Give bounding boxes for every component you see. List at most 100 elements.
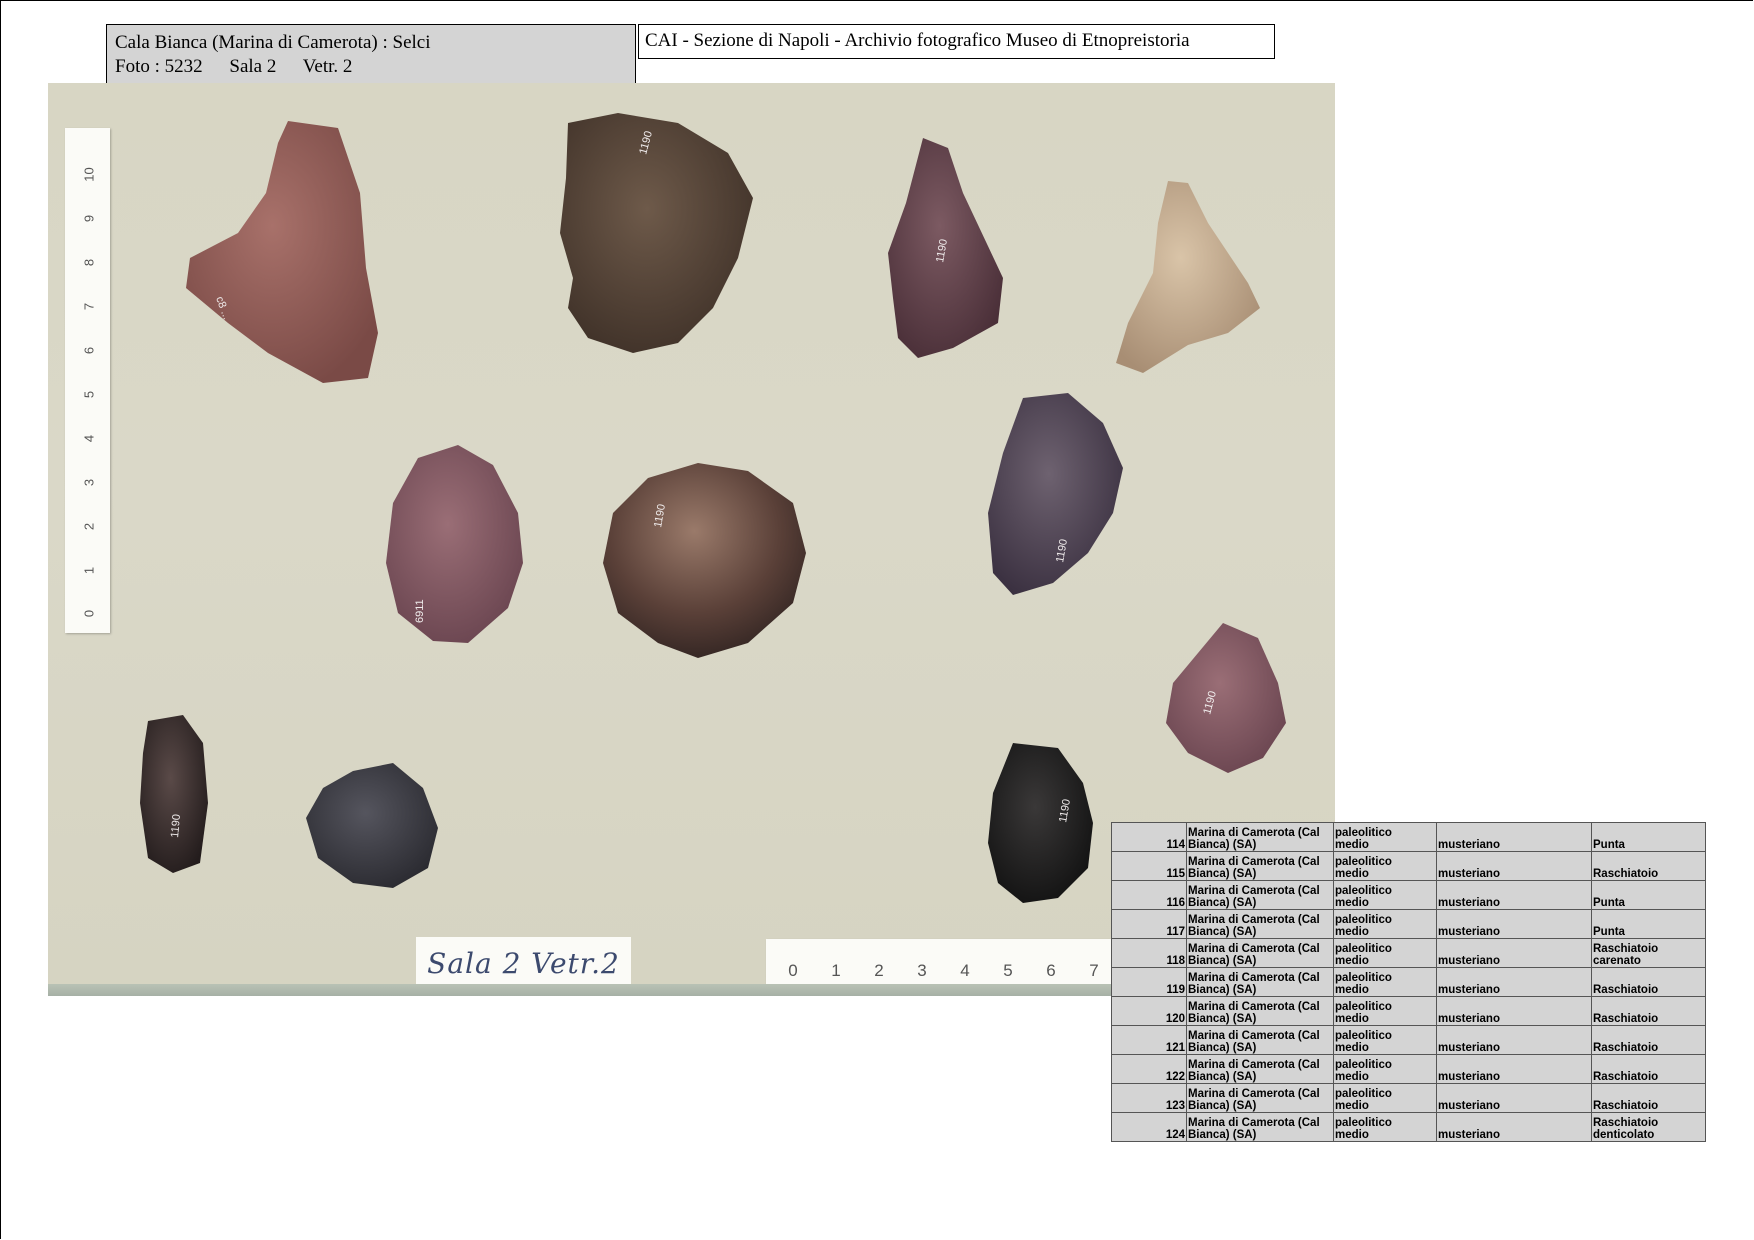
cell-text-loc1: Marina di Camerota (Cal: [1188, 972, 1320, 984]
cell-locality: Marina di Camerota (Cal Bianca) (SA): [1186, 1112, 1334, 1142]
cell-period: paleolitico medio: [1333, 909, 1437, 939]
cell-culture: musteriano: [1436, 967, 1592, 997]
cell-period: paleolitico medio: [1333, 1083, 1437, 1113]
cell-text-loc1: Marina di Camerota (Cal: [1188, 1030, 1320, 1042]
caption-photo-number: Foto : 5232: [115, 56, 203, 77]
cell-text-per1: paleolitico: [1335, 1117, 1392, 1129]
cell-text-num: 121: [1165, 1042, 1185, 1054]
cell-text-loc2: Bianca) (SA): [1188, 897, 1257, 909]
cell-text-loc2: Bianca) (SA): [1188, 1071, 1257, 1083]
cell-locality: Marina di Camerota (Cal Bianca) (SA): [1186, 880, 1334, 910]
flint-artifact: [186, 121, 378, 383]
cell-text-per1: paleolitico: [1335, 972, 1392, 984]
cell-text-type2: Punta: [1593, 897, 1625, 909]
table-row: 120 Marina di Camerota (Cal Bianca) (SA) …: [1111, 996, 1706, 1026]
cell-locality: Marina di Camerota (Cal Bianca) (SA): [1186, 1025, 1334, 1055]
cell-tool-type: Raschiatoio: [1591, 1025, 1706, 1055]
cell-culture: musteriano: [1436, 996, 1592, 1026]
cell-text-loc2: Bianca) (SA): [1188, 984, 1257, 996]
cell-text-type2: Raschiatoio: [1593, 1042, 1659, 1054]
cell-text-num: 116: [1166, 897, 1185, 909]
caption-sala: Sala 2: [229, 56, 277, 77]
cell-text-culture: musteriano: [1438, 1129, 1500, 1141]
caption-title: Cala Bianca (Marina di Camerota) : Selci: [115, 32, 431, 53]
archive-credit: CAI - Sezione di Napoli - Archivio fotog…: [638, 24, 1275, 59]
ruler-mark: 1: [831, 961, 841, 980]
cell-tool-type: Punta: [1591, 880, 1706, 910]
cell-text-num: 117: [1166, 926, 1185, 938]
cell-text-type1: Raschiatoio: [1593, 943, 1659, 955]
cell-text-loc1: Marina di Camerota (Cal: [1188, 856, 1320, 868]
cell-text-num: 123: [1165, 1100, 1185, 1112]
cell-locality: Marina di Camerota (Cal Bianca) (SA): [1186, 967, 1334, 997]
cell-tool-type: Punta: [1591, 909, 1706, 939]
caption-vetrina: Vetr. 2: [302, 56, 353, 77]
cell-inventory-number: 122: [1111, 1054, 1187, 1084]
cell-text-num: 114: [1166, 839, 1185, 851]
cell-text-per2: medio: [1335, 1042, 1369, 1054]
cell-text-culture: musteriano: [1438, 897, 1500, 909]
cell-text-type2: Raschiatoio: [1593, 868, 1659, 880]
cell-text-culture: musteriano: [1438, 1042, 1500, 1054]
cell-tool-type: Raschiatoio carenato: [1591, 938, 1706, 968]
cell-text-per2: medio: [1335, 868, 1369, 880]
cell-culture: musteriano: [1436, 1054, 1592, 1084]
cell-text-culture: musteriano: [1438, 984, 1500, 996]
cell-period: paleolitico medio: [1333, 967, 1437, 997]
ruler-mark: 7: [1089, 961, 1099, 980]
cell-tool-type: Raschiatoio denticolato: [1591, 1112, 1706, 1142]
cell-text-num: 119: [1166, 984, 1185, 996]
cell-text-type2: Raschiatoio: [1593, 1071, 1659, 1083]
cell-text-type2: Raschiatoio: [1593, 984, 1659, 996]
cell-culture: musteriano: [1436, 1083, 1592, 1113]
cell-text-per2: medio: [1335, 1013, 1369, 1025]
ruler-mark: 2: [81, 522, 97, 531]
cell-text-loc1: Marina di Camerota (Cal: [1188, 1088, 1320, 1100]
cell-inventory-number: 121: [1111, 1025, 1187, 1055]
cell-period: paleolitico medio: [1333, 938, 1437, 968]
cell-culture: musteriano: [1436, 1112, 1592, 1142]
cell-text-loc1: Marina di Camerota (Cal: [1188, 885, 1320, 897]
cell-text-loc2: Bianca) (SA): [1188, 1100, 1257, 1112]
ruler-mark: 0: [81, 609, 97, 618]
cell-text-loc2: Bianca) (SA): [1188, 1129, 1257, 1141]
cell-text-type2: carenato: [1593, 955, 1641, 967]
caption-details: Foto : 5232 Sala 2 Vetr. 2: [115, 55, 627, 79]
cell-text-num: 120: [1165, 1013, 1185, 1025]
cell-culture: musteriano: [1436, 822, 1592, 852]
cell-text-loc2: Bianca) (SA): [1188, 926, 1257, 938]
cell-inventory-number: 118: [1111, 938, 1187, 968]
ruler-mark: 0: [788, 961, 798, 980]
table-row: 123 Marina di Camerota (Cal Bianca) (SA) …: [1111, 1083, 1706, 1113]
table-row: 117 Marina di Camerota (Cal Bianca) (SA) …: [1111, 909, 1706, 939]
cell-period: paleolitico medio: [1333, 1112, 1437, 1142]
cell-text-type2: Raschiatoio: [1593, 1100, 1659, 1112]
cell-locality: Marina di Camerota (Cal Bianca) (SA): [1186, 909, 1334, 939]
cell-culture: musteriano: [1436, 938, 1592, 968]
cell-period: paleolitico medio: [1333, 996, 1437, 1026]
cell-text-per2: medio: [1335, 984, 1369, 996]
cell-text-culture: musteriano: [1438, 926, 1500, 938]
cell-text-culture: musteriano: [1438, 868, 1500, 880]
cell-inventory-number: 123: [1111, 1083, 1187, 1113]
cell-inventory-number: 120: [1111, 996, 1187, 1026]
cell-text-loc2: Bianca) (SA): [1188, 955, 1257, 967]
cell-period: paleolitico medio: [1333, 1025, 1437, 1055]
flint-artifact: [988, 743, 1093, 903]
cell-inventory-number: 114: [1111, 822, 1187, 852]
ruler-mark: 3: [81, 478, 97, 487]
cell-tool-type: Raschiatoio: [1591, 1083, 1706, 1113]
vertical-scale-ruler: 0 1 2 3 4 5 6 7 8 9 10: [65, 128, 110, 633]
ruler-mark: 1: [81, 566, 97, 575]
cell-tool-type: Raschiatoio: [1591, 996, 1706, 1026]
table-row: 122 Marina di Camerota (Cal Bianca) (SA) …: [1111, 1054, 1706, 1084]
svg-text:1190: 1190: [169, 814, 183, 839]
cell-inventory-number: 117: [1111, 909, 1187, 939]
ruler-mark: 9: [81, 214, 97, 223]
table-row: 116 Marina di Camerota (Cal Bianca) (SA) …: [1111, 880, 1706, 910]
cell-text-per1: paleolitico: [1335, 856, 1392, 868]
cell-inventory-number: 116: [1111, 880, 1187, 910]
cell-text-per2: medio: [1335, 1071, 1369, 1083]
cell-text-per1: paleolitico: [1335, 885, 1392, 897]
table-row: 119 Marina di Camerota (Cal Bianca) (SA) …: [1111, 967, 1706, 997]
